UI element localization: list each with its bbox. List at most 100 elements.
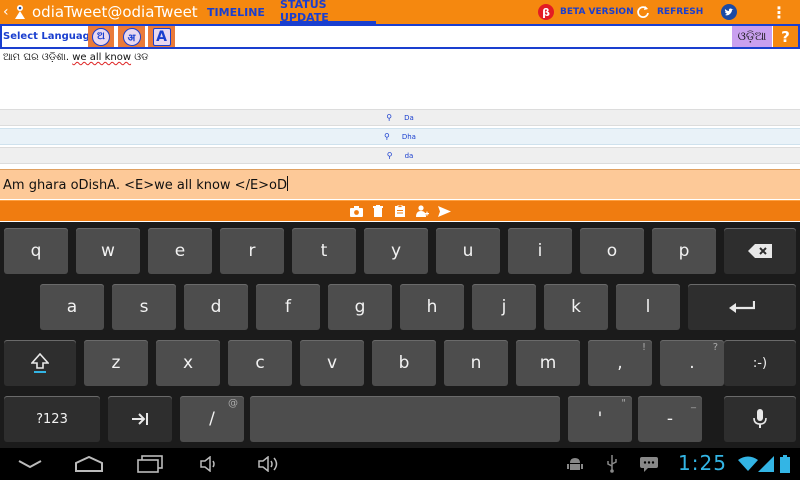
recent-apps-button[interactable] <box>137 454 163 474</box>
status-input-text: Am ghara oDishA. <E>we all know </E>oD <box>3 176 289 193</box>
key-slash-hint: @ <box>228 398 238 409</box>
beta-version-label: BETA VERSION <box>560 7 634 17</box>
app-logo-icon <box>15 5 25 19</box>
key-voice[interactable] <box>724 396 796 442</box>
volume-down-button[interactable] <box>200 454 218 474</box>
key-comma-label: , <box>617 353 623 373</box>
key-g[interactable]: g <box>328 284 392 330</box>
overflow-menu-button[interactable]: ⋮ <box>771 0 787 24</box>
key-apostrophe[interactable]: ' " <box>568 396 632 442</box>
suggestion-pin-icon: ⚲ <box>386 113 393 122</box>
key-w[interactable]: w <box>76 228 140 274</box>
key-dash-label: - <box>666 409 674 429</box>
help-button[interactable]: ? <box>773 26 798 47</box>
status-input[interactable]: Am ghara oDishA. <E>we all know </E>oD <box>0 169 800 199</box>
hide-keyboard-button[interactable] <box>18 454 42 474</box>
key-apostrophe-hint: " <box>621 398 626 409</box>
refresh-icon <box>637 6 649 18</box>
preview-english-text: we all know <box>72 52 132 63</box>
hindi-letter-icon: अ <box>122 27 141 46</box>
odia-letter-icon: ଅ <box>92 27 110 46</box>
english-letter-icon: A <box>152 27 171 46</box>
home-button[interactable] <box>74 454 104 474</box>
key-b[interactable]: b <box>372 340 436 386</box>
key-slash[interactable]: / @ <box>180 396 244 442</box>
signal-icon <box>758 454 774 474</box>
key-k[interactable]: k <box>544 284 608 330</box>
tab-status-update-label: STATUS UPDATE <box>280 0 329 24</box>
wifi-icon <box>738 454 758 474</box>
camera-button[interactable] <box>345 202 367 220</box>
key-a[interactable]: a <box>40 284 104 330</box>
suggestion-text: Dha <box>401 132 416 141</box>
key-h[interactable]: h <box>400 284 464 330</box>
suggestion-item[interactable]: ⚲ da <box>0 147 800 164</box>
key-s[interactable]: s <box>112 284 176 330</box>
refresh-label: REFRESH <box>657 7 704 17</box>
key-z[interactable]: z <box>84 340 148 386</box>
send-button[interactable] <box>433 202 455 220</box>
paste-button[interactable] <box>389 202 411 220</box>
key-x[interactable]: x <box>156 340 220 386</box>
clear-button[interactable] <box>367 202 389 220</box>
recent-apps-icon <box>137 455 163 473</box>
compose-area: ଆମ ଘର ଓଡ଼ିଶା. we all know ଓଡ ⚲ Da ⚲ Dha … <box>0 49 800 227</box>
suggestion-item[interactable]: ⚲ Da <box>0 109 800 126</box>
volume-down-icon <box>200 456 215 472</box>
tab-timeline[interactable]: TIMELINE <box>200 0 272 24</box>
key-i[interactable]: i <box>508 228 572 274</box>
mention-user-button[interactable] <box>411 202 433 220</box>
key-y[interactable]: y <box>364 228 428 274</box>
key-f[interactable]: f <box>256 284 320 330</box>
key-apostrophe-label: ' <box>597 409 603 429</box>
camera-icon <box>349 205 363 217</box>
key-o[interactable]: o <box>580 228 644 274</box>
suggestion-item[interactable]: ⚲ Dha <box>0 128 800 145</box>
suggestion-pin-icon: ⚲ <box>386 151 393 160</box>
key-symbols[interactable]: ?123 <box>4 396 100 442</box>
volume-up-button[interactable] <box>258 454 282 474</box>
key-n[interactable]: n <box>444 340 508 386</box>
twitter-button[interactable] <box>721 0 737 24</box>
key-e[interactable]: e <box>148 228 212 274</box>
key-dash[interactable]: - _ <box>638 396 702 442</box>
key-u[interactable]: u <box>436 228 500 274</box>
microphone-icon <box>753 409 767 428</box>
key-comma[interactable]: , ! <box>588 340 652 386</box>
key-tab[interactable] <box>108 396 172 442</box>
key-space[interactable] <box>250 396 560 442</box>
tab-status-update[interactable]: STATUS UPDATE <box>280 0 376 24</box>
key-period[interactable]: . ? <box>660 340 724 386</box>
key-q[interactable]: q <box>4 228 68 274</box>
key-t[interactable]: t <box>292 228 356 274</box>
shift-icon <box>31 353 49 373</box>
key-d[interactable]: d <box>184 284 248 330</box>
key-v[interactable]: v <box>300 340 364 386</box>
key-l[interactable]: l <box>616 284 680 330</box>
key-shift[interactable] <box>4 340 76 386</box>
soft-keyboard: q w e r t y u i o p a s d f g h j k l z … <box>0 222 800 448</box>
english-language-button[interactable]: A <box>148 26 175 47</box>
key-smiley[interactable]: :-) <box>724 340 796 386</box>
key-c[interactable]: c <box>228 340 292 386</box>
key-j[interactable]: j <box>472 284 536 330</box>
key-r[interactable]: r <box>220 228 284 274</box>
key-p[interactable]: p <box>652 228 716 274</box>
up-arrow-icon: ‹ <box>3 4 9 20</box>
tab-icon <box>132 413 148 425</box>
home-icon <box>75 456 103 472</box>
home-up-button[interactable]: ‹ odiaTweet@odiaTweet <box>0 0 198 24</box>
odia-language-button[interactable]: ଅ <box>88 26 114 47</box>
chevron-down-icon <box>18 460 42 469</box>
refresh-button[interactable]: REFRESH <box>636 0 703 24</box>
system-navigation-bar: 1:25 <box>0 448 800 480</box>
key-backspace[interactable] <box>724 228 796 274</box>
beta-version-button[interactable]: β BETA VERSION <box>538 0 634 24</box>
android-debug-icon <box>567 454 583 474</box>
key-enter[interactable] <box>688 284 796 330</box>
text-caret <box>287 176 289 191</box>
key-m[interactable]: m <box>516 340 580 386</box>
odia-script-indicator[interactable]: ଓଡ଼ିଆ <box>732 26 772 47</box>
hindi-language-button[interactable]: अ <box>118 26 145 47</box>
tab-timeline-label: TIMELINE <box>207 5 265 19</box>
